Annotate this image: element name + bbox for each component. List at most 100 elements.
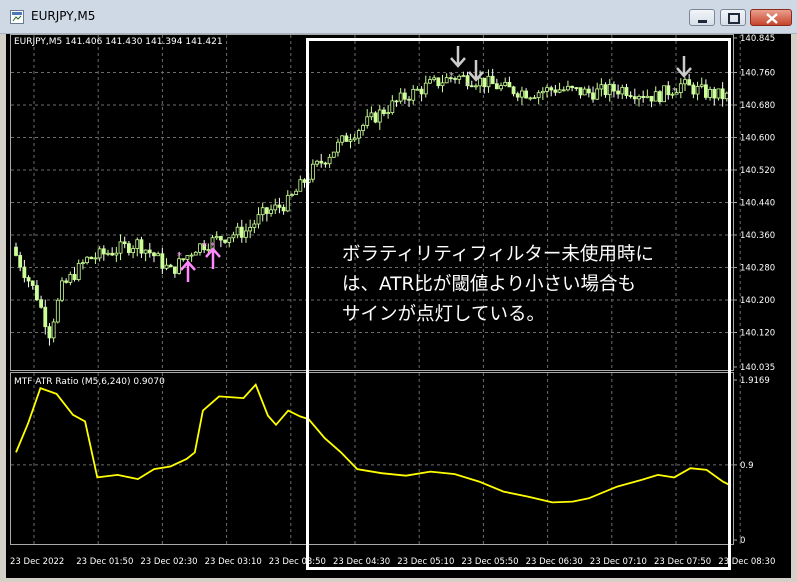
candle-body: [632, 96, 637, 100]
candle-body: [143, 249, 148, 254]
candle-body: [419, 88, 424, 95]
minimize-button[interactable]: [689, 9, 715, 26]
time-tick-label: 23 Dec 03:50: [269, 557, 326, 567]
candle-body: [156, 253, 161, 257]
candle-body: [444, 77, 449, 84]
candle-body: [603, 84, 608, 96]
candle-body: [181, 258, 186, 261]
candle-body: [712, 89, 717, 99]
candle-body: [227, 237, 232, 243]
candle-body: [281, 206, 286, 212]
price-tick-label: 140.440: [740, 199, 775, 209]
price-tick-label: 140.035: [740, 363, 775, 373]
price-tick-label: 140.360: [740, 231, 775, 241]
candle-body: [457, 75, 462, 80]
candle-body: [315, 160, 319, 165]
candle-body: [348, 139, 353, 142]
candle-body: [235, 226, 240, 236]
candle-body: [302, 179, 307, 183]
candle-body: [528, 97, 533, 100]
maximize-icon: [728, 13, 740, 24]
candle-body: [402, 92, 407, 100]
candle-body: [386, 112, 391, 115]
candle-body: [76, 262, 81, 280]
candle-body: [164, 264, 169, 269]
candle-body: [340, 135, 345, 143]
candle-body: [507, 81, 512, 88]
candle-body: [553, 89, 558, 93]
candle-body: [440, 82, 445, 87]
candle-body: [331, 151, 336, 158]
candle-body: [494, 83, 499, 90]
candle-body: [394, 100, 399, 103]
candle-body: [336, 141, 340, 153]
candle-body: [549, 87, 554, 91]
candle-body: [377, 109, 382, 123]
candle-body: [666, 85, 671, 96]
time-tick-label: 23 Dec 05:50: [461, 557, 518, 567]
close-button[interactable]: [750, 9, 792, 26]
title-bar: EURJPY,M5: [0, 0, 797, 34]
annotation-line-2: は、ATR比が閾値より小さい場合も: [342, 274, 637, 295]
time-tick-label: 23 Dec 2022: [10, 557, 64, 567]
candle-body: [114, 252, 119, 256]
candle-body: [687, 79, 692, 86]
candle-body: [699, 84, 704, 87]
candle-body: [373, 112, 378, 123]
candle-body: [382, 109, 386, 115]
candle-body: [407, 98, 411, 101]
candle-body: [269, 209, 273, 214]
sell-arrow-icon: [468, 60, 484, 82]
candle-body: [532, 97, 537, 100]
candle-body: [193, 251, 198, 256]
candle-body: [248, 227, 253, 232]
candle-body: [135, 239, 140, 249]
candle-body: [85, 256, 89, 264]
indicator-tick-label: 1.9169: [740, 376, 770, 386]
maximize-button[interactable]: [720, 9, 746, 26]
candle-body: [39, 299, 43, 308]
candle-body: [398, 92, 403, 102]
time-tick-label: 23 Dec 01:50: [76, 557, 133, 567]
candle-body: [478, 77, 483, 87]
candle-body: [716, 88, 721, 99]
candle-body: [704, 84, 708, 98]
candle-body: [126, 243, 131, 253]
candle-body: [624, 87, 629, 96]
price-tick-label: 140.845: [740, 34, 775, 44]
candle-body: [239, 226, 244, 238]
candle-body: [658, 91, 662, 103]
candle-body: [298, 179, 303, 192]
candle-body: [390, 100, 395, 113]
time-tick-label: 23 Dec 06:30: [526, 557, 583, 567]
candle-body: [22, 266, 27, 278]
signal-star-icon: *: [202, 241, 207, 252]
candle-body: [319, 160, 324, 164]
candle-body: [599, 84, 604, 90]
candle-body: [131, 248, 135, 253]
candle-body: [628, 95, 633, 98]
candle-body: [637, 96, 641, 100]
candle-body: [365, 116, 370, 126]
candle-body: [185, 255, 190, 260]
candle-body: [189, 254, 194, 257]
candle-body: [139, 239, 144, 254]
candle-body: [160, 253, 165, 269]
candle-body: [578, 87, 583, 96]
candle-body: [273, 204, 278, 211]
candle-body: [649, 95, 654, 102]
candle-body: [570, 85, 575, 88]
candle-body: [566, 85, 570, 91]
candle-body: [97, 248, 102, 259]
price-tick-label: 140.200: [740, 296, 775, 306]
candle-body: [482, 77, 487, 88]
candle-body: [524, 90, 529, 99]
candle-body: [591, 92, 595, 100]
candle-body: [683, 79, 687, 85]
candle-body: [490, 75, 495, 85]
candle-body: [260, 207, 265, 216]
annotation-text: ボラティリティフィルター未使用時に は、ATR比が閾値より小さい場合も サインが…: [342, 240, 654, 330]
candle-body: [620, 87, 625, 95]
candle-body: [432, 77, 437, 80]
candle-body: [327, 156, 332, 165]
